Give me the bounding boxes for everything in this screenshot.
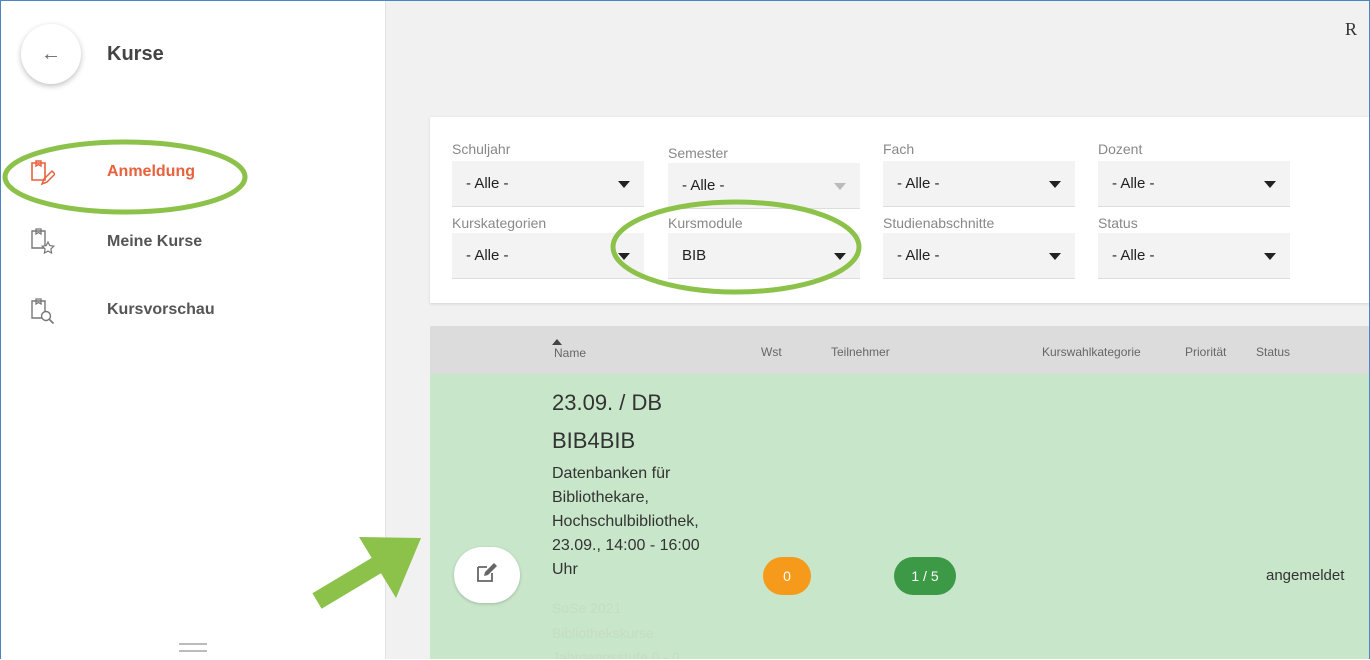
arrow-left-icon: ← <box>41 42 61 65</box>
schuljahr-select[interactable]: - Alle - <box>452 161 644 207</box>
filter-label: Kurskategorien <box>452 215 547 231</box>
dropdown-arrow-icon <box>618 181 630 188</box>
sidebar-item-label: Anmeldung <box>107 163 195 180</box>
column-header-teilnehmer[interactable]: Teilnehmer <box>831 345 890 359</box>
course-category: Bibliothekskurse <box>552 625 654 641</box>
filter-panel: Schuljahr - Alle - Semester - Alle - Fac… <box>430 117 1369 303</box>
dozent-select[interactable]: - Alle - <box>1098 161 1290 207</box>
sidebar-title: Kurse <box>107 43 164 65</box>
column-header-status[interactable]: Status <box>1256 345 1290 359</box>
dropdown-arrow-icon <box>1264 253 1276 260</box>
course-code: BIB4BIB <box>552 428 636 453</box>
dropdown-arrow-icon <box>1049 181 1061 188</box>
semester-select[interactable]: - Alle - <box>668 163 860 209</box>
description-line: Uhr <box>552 561 578 578</box>
sidebar-item-label: Meine Kurse <box>107 233 203 250</box>
description-line: Datenbanken für <box>552 465 671 482</box>
filter-label: Fach <box>883 141 915 157</box>
filter-status: Status - Alle - <box>1098 215 1290 279</box>
course-semester: SoSe 2021 <box>552 600 622 616</box>
dropdown-arrow-icon <box>618 253 630 260</box>
course-grade-level: Jahrgangsstufe 0 - 0 <box>552 649 680 659</box>
description-line: Hochschulbibliothek, <box>552 513 699 530</box>
status-text: angemeldet <box>1266 567 1345 584</box>
edit-button[interactable] <box>454 547 520 603</box>
studienabschnitte-select[interactable]: - Alle - <box>883 233 1075 279</box>
select-value: - Alle - <box>1112 175 1155 192</box>
course-description: Datenbanken für Bibliothekare, Hochschul… <box>552 462 752 582</box>
filter-studienabschnitte: Studienabschnitte - Alle - <box>883 215 1075 279</box>
filter-label: Status <box>1098 215 1138 231</box>
description-line: 23.09., 14:00 - 16:00 <box>552 537 700 554</box>
select-value: - Alle - <box>897 175 940 192</box>
dropdown-arrow-icon <box>1049 253 1061 260</box>
filter-label: Kursmodule <box>668 215 743 231</box>
top-right-label: R <box>1344 19 1357 39</box>
filter-fach: Fach - Alle - <box>883 141 1075 207</box>
filter-label: Semester <box>668 145 728 161</box>
main-content: R Schuljahr - Alle - Semester - Alle - F… <box>386 1 1369 659</box>
book-search-icon <box>29 297 55 325</box>
sidebar-item-label: Kursvorschau <box>107 301 215 318</box>
sort-ascending-icon[interactable] <box>552 339 562 345</box>
filter-label: Schuljahr <box>452 141 511 157</box>
select-value: - Alle - <box>466 247 509 264</box>
edit-icon <box>475 562 499 589</box>
filter-dozent: Dozent - Alle - <box>1098 141 1290 207</box>
app-frame: ← Kurse Anmeldung Meine Kurse Kursvorsch… <box>0 0 1370 659</box>
column-header-name[interactable]: Name <box>554 346 586 360</box>
participants-badge: 1 / 5 <box>894 557 956 595</box>
select-value: - Alle - <box>897 247 940 264</box>
back-button[interactable]: ← <box>21 24 81 84</box>
fach-select[interactable]: - Alle - <box>883 161 1075 207</box>
select-value: - Alle - <box>466 175 509 192</box>
column-header-wst[interactable]: Wst <box>761 345 782 359</box>
kursmodule-select[interactable]: BIB <box>668 233 860 279</box>
wst-badge: 0 <box>763 557 811 595</box>
column-header-kurswahlkategorie[interactable]: Kurswahlkategorie <box>1042 345 1141 359</box>
dropdown-arrow-icon <box>834 253 846 260</box>
course-date-title: 23.09. / DB <box>552 390 663 415</box>
filter-label: Studienabschnitte <box>883 215 995 231</box>
select-value: - Alle - <box>1112 247 1155 264</box>
dropdown-arrow-icon <box>834 183 846 190</box>
menu-handle-icon[interactable] <box>179 643 207 657</box>
filter-schuljahr: Schuljahr - Alle - <box>452 141 644 207</box>
description-line: Bibliothekare, <box>552 489 649 506</box>
book-edit-icon <box>29 159 57 187</box>
filter-kurskategorien: Kurskategorien - Alle - <box>452 215 644 279</box>
select-value: BIB <box>682 247 707 264</box>
filter-label: Dozent <box>1098 141 1143 157</box>
filter-kursmodule: Kursmodule BIB <box>668 215 860 279</box>
sidebar-item-kursvorschau[interactable]: Kursvorschau <box>29 297 215 325</box>
book-star-icon <box>29 227 56 255</box>
sidebar-item-anmeldung[interactable]: Anmeldung <box>29 159 195 187</box>
dropdown-arrow-icon <box>1264 181 1276 188</box>
filter-semester: Semester - Alle - <box>668 145 860 209</box>
status-select[interactable]: - Alle - <box>1098 233 1290 279</box>
select-value: - Alle - <box>682 177 725 194</box>
sidebar-item-meine-kurse[interactable]: Meine Kurse <box>29 227 202 255</box>
column-header-prioritaet[interactable]: Priorität <box>1185 345 1226 359</box>
table-header: Name Wst Teilnehmer Kurswahlkategorie Pr… <box>430 326 1369 374</box>
course-table: Name Wst Teilnehmer Kurswahlkategorie Pr… <box>430 326 1369 659</box>
kurskategorien-select[interactable]: - Alle - <box>452 233 644 279</box>
table-row: 23.09. / DB BIB4BIB Datenbanken für Bibl… <box>430 374 1369 659</box>
sidebar: ← Kurse Anmeldung Meine Kurse Kursvorsch… <box>1 1 386 659</box>
